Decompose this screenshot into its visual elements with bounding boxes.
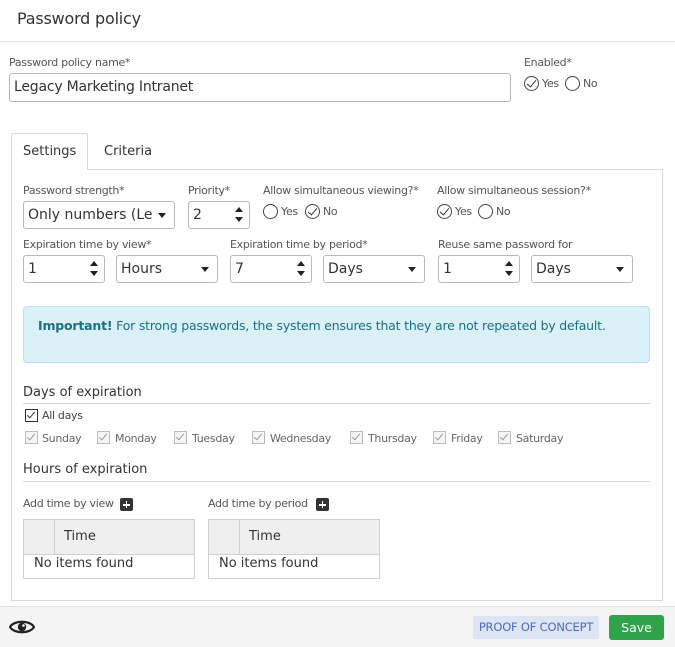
day-checkbox-friday[interactable] bbox=[433, 431, 446, 444]
exp-view-stepper[interactable]: 1 bbox=[23, 255, 105, 283]
exp-view-unit-select[interactable]: Hours bbox=[116, 255, 218, 283]
hours-section-title: Hours of expiration bbox=[23, 462, 148, 477]
day-checkbox-thursday[interactable] bbox=[350, 431, 363, 444]
add-time-by-view-label: Add time by view bbox=[23, 497, 114, 510]
day-checkbox-monday[interactable] bbox=[97, 431, 110, 444]
day-label-monday: Monday bbox=[115, 432, 157, 445]
sim-view-yes-label: Yes bbox=[281, 205, 298, 218]
sim-view-no-radio[interactable] bbox=[305, 204, 320, 219]
sim-session-no-radio[interactable] bbox=[478, 204, 493, 219]
sim-session-no-label: No bbox=[496, 205, 511, 218]
sim-view-yes-radio[interactable] bbox=[263, 204, 278, 219]
chevron-down-icon bbox=[408, 267, 416, 272]
sim-view-label: Allow simultaneous viewing?* bbox=[263, 184, 419, 197]
exp-period-unit-value: Days bbox=[328, 261, 363, 277]
day-label-friday: Friday bbox=[451, 432, 483, 445]
alert-strong: Important! bbox=[38, 318, 113, 333]
exp-period-label: Expiration time by period* bbox=[230, 238, 368, 251]
all-days-checkbox[interactable] bbox=[25, 409, 38, 422]
sim-session-label: Allow simultaneous session?* bbox=[437, 184, 591, 197]
reuse-value: 1 bbox=[443, 261, 452, 277]
enabled-no-label: No bbox=[583, 77, 598, 90]
policy-name-input[interactable]: Legacy Marketing Intranet bbox=[9, 73, 511, 102]
stepper-arrows-icon[interactable] bbox=[505, 261, 513, 277]
day-label-wednesday: Wednesday bbox=[270, 432, 331, 445]
day-label-sunday: Sunday bbox=[42, 432, 82, 445]
reuse-label: Reuse same password for bbox=[438, 238, 573, 251]
chevron-down-icon bbox=[201, 267, 209, 272]
priority-label: Priority* bbox=[188, 184, 230, 197]
sim-view-no-label: No bbox=[323, 205, 338, 218]
day-label-saturday: Saturday bbox=[516, 432, 564, 445]
reuse-stepper[interactable]: 1 bbox=[438, 255, 520, 283]
chevron-down-icon bbox=[158, 213, 166, 218]
stepper-arrows-icon[interactable] bbox=[235, 207, 243, 223]
all-days-label: All days bbox=[42, 409, 83, 422]
save-button[interactable]: Save bbox=[609, 615, 664, 640]
strength-value: Only numbers (Le bbox=[28, 207, 152, 223]
days-section-title: Days of expiration bbox=[23, 385, 142, 400]
enabled-yes-radio[interactable] bbox=[524, 76, 539, 91]
plus-square-icon[interactable] bbox=[120, 498, 133, 511]
eye-icon[interactable] bbox=[8, 617, 36, 637]
day-checkbox-saturday[interactable] bbox=[498, 431, 511, 444]
day-label-thursday: Thursday bbox=[368, 432, 417, 445]
strength-select[interactable]: Only numbers (Le bbox=[23, 201, 175, 229]
page-title: Password policy bbox=[17, 9, 141, 28]
day-checkbox-sunday[interactable] bbox=[25, 431, 38, 444]
day-checkbox-tuesday[interactable] bbox=[174, 431, 187, 444]
exp-period-stepper[interactable]: 7 bbox=[230, 255, 312, 283]
priority-stepper[interactable]: 2 bbox=[188, 201, 250, 229]
days-section-divider bbox=[23, 403, 650, 404]
policy-name-label: Password policy name* bbox=[9, 56, 131, 69]
header-divider bbox=[0, 41, 675, 42]
day-label-tuesday: Tuesday bbox=[192, 432, 235, 445]
tab-criteria[interactable]: Criteria bbox=[104, 144, 152, 159]
exp-view-label: Expiration time by view* bbox=[23, 238, 152, 251]
column-divider bbox=[54, 520, 55, 555]
hours-section-divider bbox=[23, 481, 650, 482]
table-header: Time bbox=[24, 520, 194, 555]
tab-settings-label: Settings bbox=[23, 144, 77, 159]
plus-square-icon[interactable] bbox=[316, 498, 329, 511]
column-header-time[interactable]: Time bbox=[249, 529, 281, 544]
exp-period-value: 7 bbox=[235, 261, 244, 277]
empty-message: No items found bbox=[219, 556, 319, 571]
add-time-by-period-label: Add time by period bbox=[208, 497, 308, 510]
sim-session-yes-label: Yes bbox=[455, 205, 472, 218]
strength-label: Password strength* bbox=[23, 184, 125, 197]
stepper-arrows-icon[interactable] bbox=[90, 261, 98, 277]
time-by-period-table: Time No items found bbox=[208, 519, 380, 579]
info-alert: Important! For strong passwords, the sys… bbox=[23, 306, 650, 363]
enabled-yes-label: Yes bbox=[542, 77, 559, 90]
empty-message: No items found bbox=[34, 556, 134, 571]
exp-view-unit-value: Hours bbox=[121, 261, 163, 277]
tab-settings[interactable]: Settings bbox=[11, 133, 88, 170]
proof-of-concept-badge[interactable]: PROOF OF CONCEPT bbox=[473, 616, 599, 639]
reuse-unit-value: Days bbox=[536, 261, 571, 277]
enabled-label: Enabled* bbox=[524, 56, 572, 69]
chevron-down-icon bbox=[616, 267, 624, 272]
stepper-arrows-icon[interactable] bbox=[297, 261, 305, 277]
column-header-time[interactable]: Time bbox=[64, 529, 96, 544]
column-divider bbox=[239, 520, 240, 555]
table-header: Time bbox=[209, 520, 379, 555]
exp-view-value: 1 bbox=[28, 261, 37, 277]
time-by-view-table: Time No items found bbox=[23, 519, 195, 579]
day-checkbox-wednesday[interactable] bbox=[252, 431, 265, 444]
exp-period-unit-select[interactable]: Days bbox=[323, 255, 425, 283]
priority-value: 2 bbox=[193, 207, 202, 223]
sim-session-yes-radio[interactable] bbox=[437, 204, 452, 219]
reuse-unit-select[interactable]: Days bbox=[531, 255, 633, 283]
alert-text: For strong passwords, the system ensures… bbox=[116, 318, 606, 333]
enabled-no-radio[interactable] bbox=[565, 76, 580, 91]
